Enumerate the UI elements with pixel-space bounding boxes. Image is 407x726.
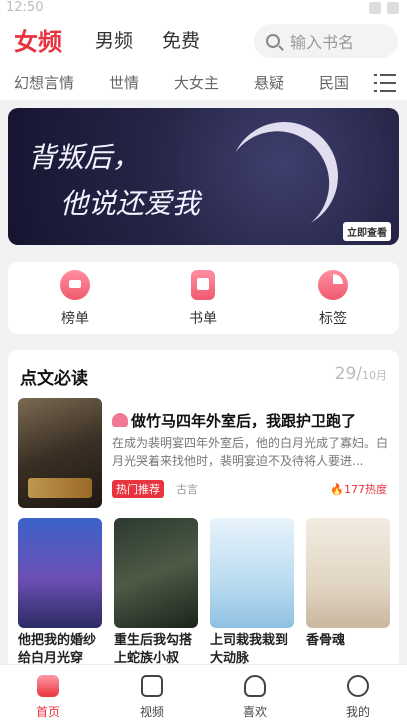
category-fantasy-romance[interactable]: 幻想言情 — [14, 72, 74, 93]
promo-banner[interactable]: 背叛后， 他说还爱我 立即查看 — [8, 108, 399, 245]
search-placeholder: 输入书名 — [290, 33, 355, 52]
book-card[interactable]: 香骨魂 — [306, 518, 390, 668]
featured-book-title[interactable]: 做竹马四年外室后，我跟护卫跑了 — [112, 410, 356, 431]
menu-icon[interactable] — [374, 74, 396, 92]
featured-title-text: 做竹马四年外室后，我跟护卫跑了 — [131, 412, 357, 430]
book-title: 重生后我勾搭上蛇族小叔 — [114, 633, 193, 666]
featured-book-cover[interactable] — [18, 398, 102, 508]
book-cover — [210, 518, 294, 628]
user-icon — [347, 675, 369, 697]
category-tabs: 幻想言情 世情 大女主 悬疑 民国 — [0, 70, 407, 96]
book-card[interactable]: 他把我的婚纱给白月光穿 — [18, 518, 102, 668]
hot-recommend-badge: 热门推荐 — [112, 480, 164, 498]
banner-title-line1: 背叛后， — [28, 141, 141, 174]
battery-icon — [387, 2, 399, 14]
must-read-section: 点文必读 29/10月 做竹马四年外室后，我跟护卫跑了 在成为裴明宴四年外室后，… — [8, 350, 399, 670]
home-icon — [37, 675, 59, 697]
tab-female[interactable]: 女频 — [14, 22, 62, 57]
wifi-icon — [369, 2, 381, 14]
tab-male[interactable]: 男频 — [95, 26, 133, 53]
nav-home[interactable]: 首页 — [18, 675, 78, 720]
nav-profile[interactable]: 我的 — [328, 675, 388, 720]
cloud-icon — [244, 675, 266, 697]
category-republic[interactable]: 民国 — [319, 72, 349, 93]
tag-icon — [318, 270, 348, 300]
banner-title-line2: 他说还爱我 — [60, 187, 201, 220]
date-month: 10月 — [362, 369, 387, 382]
status-bar: 12:50 — [0, 0, 407, 18]
book-cover — [306, 518, 390, 628]
video-icon — [141, 675, 163, 697]
nav-label: 喜欢 — [242, 705, 267, 719]
bottom-nav: 首页 视频 喜欢 我的 — [0, 664, 407, 726]
search-input[interactable]: 输入书名 — [254, 24, 398, 58]
heat-count: 🔥177热度 — [330, 483, 387, 496]
quick-link-tags[interactable]: 标签 — [303, 270, 363, 328]
book-title: 上司栽我栽到大动脉 — [210, 633, 289, 666]
category-worldly[interactable]: 世情 — [109, 72, 139, 93]
quick-link-label: 书单 — [189, 311, 217, 327]
book-title: 他把我的婚纱给白月光穿 — [18, 633, 97, 666]
quick-link-label: 标签 — [319, 311, 347, 327]
section-date: 29/10月 — [335, 364, 387, 384]
nav-label: 我的 — [345, 705, 370, 719]
nav-label: 视频 — [139, 705, 164, 719]
category-suspense[interactable]: 悬疑 — [254, 72, 284, 93]
book-genre: 古言 — [176, 483, 198, 496]
book-cover — [18, 518, 102, 628]
quick-link-booklist[interactable]: 书单 — [173, 270, 233, 328]
book-card[interactable]: 重生后我勾搭上蛇族小叔 — [114, 518, 198, 668]
search-icon — [266, 34, 280, 48]
quick-links: 榜单 书单 标签 — [8, 262, 399, 334]
booklist-icon — [191, 270, 215, 300]
nav-favorites[interactable]: 喜欢 — [225, 675, 285, 720]
channel-tabs: 女频 男频 免费 输入书名 — [0, 22, 407, 58]
heart-icon — [112, 413, 128, 427]
category-heroine[interactable]: 大女主 — [174, 72, 219, 93]
featured-book-description: 在成为裴明宴四年外室后，他的白月光成了寡妇。白月光哭着来找他时，裴明宴迫不及待将… — [112, 436, 389, 468]
nav-label: 首页 — [35, 705, 60, 719]
status-icons — [369, 2, 399, 14]
date-day: 29/ — [334, 364, 362, 384]
heat-text: 177热度 — [344, 483, 387, 496]
book-cover — [114, 518, 198, 628]
quick-link-ranking[interactable]: 榜单 — [45, 270, 105, 328]
nav-video[interactable]: 视频 — [122, 675, 182, 720]
tab-free[interactable]: 免费 — [162, 26, 200, 53]
status-time: 12:50 — [6, 0, 44, 15]
section-title: 点文必读 — [20, 369, 88, 389]
moon-illustration — [221, 113, 346, 238]
book-card[interactable]: 上司栽我栽到大动脉 — [210, 518, 294, 668]
book-title: 香骨魂 — [306, 633, 346, 648]
quick-link-label: 榜单 — [61, 311, 89, 327]
banner-view-button[interactable]: 立即查看 — [343, 222, 391, 241]
crown-icon — [60, 270, 90, 300]
